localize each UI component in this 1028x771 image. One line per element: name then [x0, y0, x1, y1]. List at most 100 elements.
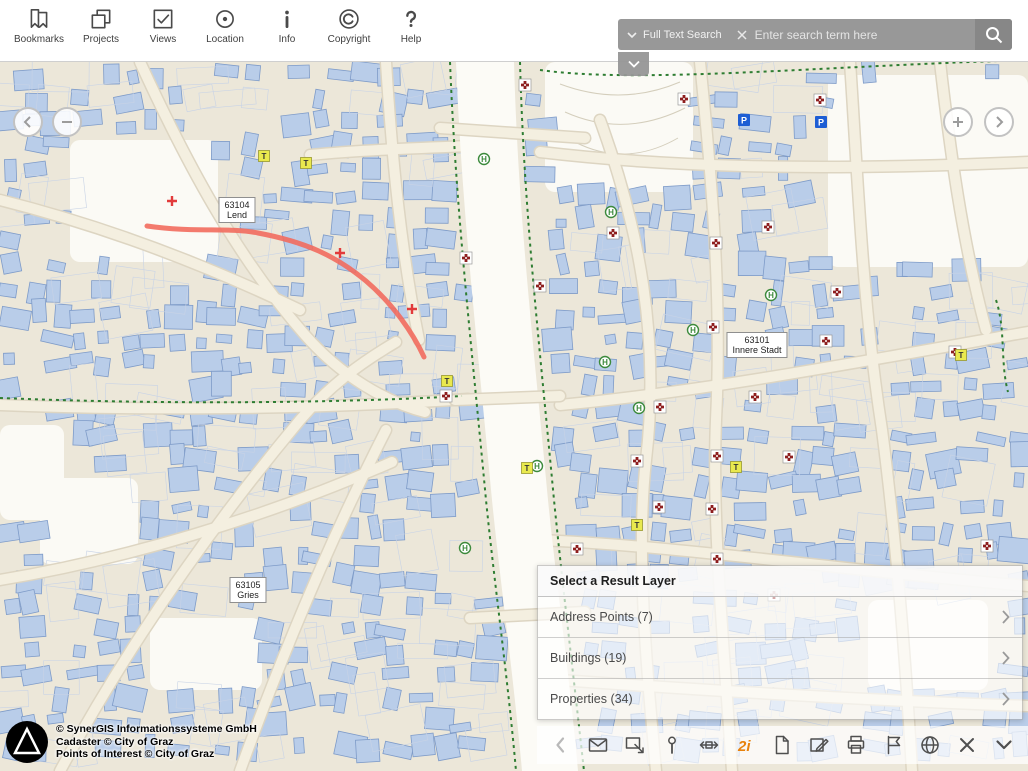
bookmark-tag-button[interactable]: [881, 733, 905, 757]
svg-text:H: H: [690, 326, 696, 335]
poi-church-icon[interactable]: [706, 503, 718, 515]
poi-church-icon[interactable]: [440, 390, 452, 402]
poi-transit-icon[interactable]: T: [442, 376, 453, 387]
chevron-right-icon: [1002, 692, 1010, 706]
document-button[interactable]: [770, 733, 794, 757]
poi-transit-icon[interactable]: T: [301, 158, 312, 169]
map-extent-button[interactable]: [623, 733, 647, 757]
bookmark-tag-icon: [882, 734, 904, 756]
toolbar-item-projects[interactable]: Projects: [70, 6, 132, 45]
toolbar-item-help[interactable]: Help: [380, 6, 442, 45]
poi-parking-icon[interactable]: P: [815, 116, 827, 128]
poi-hotel-icon[interactable]: H: [606, 207, 617, 218]
map-extent-icon: [624, 734, 646, 756]
poi-church-icon[interactable]: [814, 94, 826, 106]
result-row-buildings[interactable]: Buildings (19): [538, 638, 1022, 679]
toolbar-item-label: Bookmarks: [14, 34, 64, 45]
search-clear-button[interactable]: [731, 30, 753, 40]
poi-church-icon[interactable]: [534, 280, 546, 292]
poi-church-icon[interactable]: [678, 93, 690, 105]
poi-church-icon[interactable]: [519, 79, 531, 91]
poi-church-icon[interactable]: [707, 321, 719, 333]
result-row-label: Address Points (7): [550, 610, 653, 624]
print-icon: [845, 734, 867, 756]
poi-transit-icon[interactable]: T: [956, 350, 967, 361]
location-icon: [212, 6, 238, 32]
district-name: Gries: [235, 590, 260, 600]
district-code: 63101: [732, 335, 781, 345]
toolbar-item-info[interactable]: Info: [256, 6, 318, 45]
poi-hotel-icon[interactable]: H: [479, 154, 490, 165]
poi-church-icon[interactable]: [711, 450, 723, 462]
close-toolbar-button[interactable]: [955, 733, 979, 757]
poi-church-icon[interactable]: [783, 451, 795, 463]
search-button[interactable]: [975, 19, 1012, 50]
poi-hotel-icon[interactable]: H: [766, 290, 777, 301]
poi-hotel-icon[interactable]: H: [460, 543, 471, 554]
toolbar-item-location[interactable]: Location: [194, 6, 256, 45]
tool-2i-button[interactable]: 2i: [734, 733, 758, 757]
toolbar-item-views[interactable]: Views: [132, 6, 194, 45]
pin-button[interactable]: [660, 733, 684, 757]
svg-text:T: T: [262, 152, 267, 161]
poi-parking-icon[interactable]: P: [738, 114, 750, 126]
svg-text:T: T: [525, 464, 530, 473]
svg-text:P: P: [818, 118, 824, 128]
collapse-toolbar-button[interactable]: [992, 733, 1016, 757]
search-collapse-tab[interactable]: [618, 52, 649, 76]
poi-hotel-icon[interactable]: H: [532, 461, 543, 472]
poi-church-icon[interactable]: [981, 540, 993, 552]
chevron-down-icon: [993, 734, 1015, 756]
globe-button[interactable]: [918, 733, 942, 757]
poi-hotel-icon[interactable]: H: [600, 357, 611, 368]
search-mode-dropdown[interactable]: Full Text Search: [618, 29, 731, 41]
tools-page-left-button[interactable]: [549, 733, 573, 757]
poi-church-icon[interactable]: [460, 252, 472, 264]
pan-right-button[interactable]: [984, 107, 1014, 137]
poi-church-icon[interactable]: [762, 221, 774, 233]
svg-text:2i: 2i: [737, 738, 751, 755]
chevron-down-icon: [627, 31, 637, 39]
pan-left-button[interactable]: [13, 107, 43, 137]
attribution-line: Points of Interest © City of Graz: [56, 748, 257, 761]
result-row-properties[interactable]: Properties (34): [538, 679, 1022, 719]
district-name: Innere Stadt: [732, 345, 781, 355]
poi-church-icon[interactable]: [749, 391, 761, 403]
attribution-line: Cadaster © City of Graz: [56, 736, 257, 749]
print-button[interactable]: [844, 733, 868, 757]
send-mail-button[interactable]: [586, 733, 610, 757]
poi-church-icon[interactable]: [631, 455, 643, 467]
poi-church-icon[interactable]: [710, 237, 722, 249]
svg-text:H: H: [481, 155, 487, 164]
svg-text:H: H: [534, 462, 540, 471]
map-tools-toolbar: 2i: [537, 726, 1028, 764]
toolbar-item-label: Info: [279, 34, 296, 45]
poi-hotel-icon[interactable]: H: [688, 325, 699, 336]
edit-button[interactable]: [807, 733, 831, 757]
chevron-right-icon: [1002, 610, 1010, 624]
poi-church-icon[interactable]: [820, 335, 832, 347]
poi-church-icon[interactable]: [653, 501, 665, 513]
poi-church-icon[interactable]: [571, 543, 583, 555]
toolbar-item-copyright[interactable]: Copyright: [318, 6, 380, 45]
search-input[interactable]: [753, 27, 975, 43]
zoom-in-button[interactable]: [943, 107, 973, 137]
poi-church-icon[interactable]: [654, 401, 666, 413]
svg-text:T: T: [445, 377, 450, 386]
poi-transit-icon[interactable]: T: [632, 520, 643, 531]
poi-church-icon[interactable]: [831, 286, 843, 298]
toolbar-item-bookmarks[interactable]: Bookmarks: [8, 6, 70, 45]
toolbar-item-label: Help: [401, 34, 422, 45]
poi-transit-icon[interactable]: T: [259, 151, 270, 162]
result-row-address-points[interactable]: Address Points (7): [538, 597, 1022, 638]
poi-church-icon[interactable]: [711, 553, 723, 565]
poi-church-icon[interactable]: [607, 227, 619, 239]
bookmarks-icon: [26, 6, 52, 32]
svg-text:T: T: [959, 351, 964, 360]
poi-transit-icon[interactable]: T: [731, 462, 742, 473]
poi-hotel-icon[interactable]: H: [634, 403, 645, 414]
poi-transit-icon[interactable]: T: [522, 463, 533, 474]
svg-text:H: H: [768, 291, 774, 300]
zoom-out-button[interactable]: [52, 107, 82, 137]
measure-button[interactable]: [697, 733, 721, 757]
